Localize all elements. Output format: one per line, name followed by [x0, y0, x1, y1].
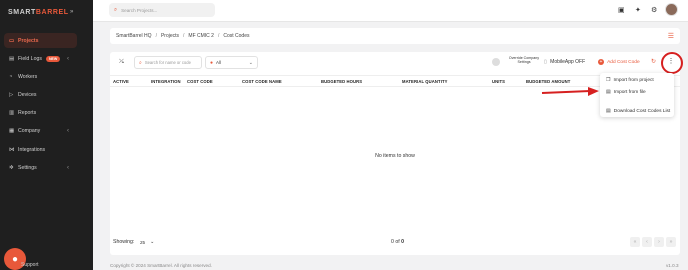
- sidebar-item-projects[interactable]: ▭ Projects: [4, 33, 77, 48]
- sidebar-item-workers[interactable]: ◔ Workers: [4, 69, 77, 84]
- gear-icon[interactable]: ⚙: [651, 6, 657, 14]
- chevron-down-icon: ⌄: [248, 59, 253, 66]
- menu-item-label: Download Cost Codes List: [613, 108, 671, 114]
- mobile-app-toggle[interactable]: ▯ MobileApp OFF: [544, 59, 585, 65]
- theme-toggle-icon[interactable]: ✦: [635, 6, 641, 14]
- mobile-app-label: MobileApp OFF: [550, 59, 586, 65]
- clipboard-icon: ▤: [9, 55, 15, 62]
- column-header[interactable]: ACTIVE: [113, 79, 129, 84]
- breadcrumb-item[interactable]: MF CMIC 2: [188, 33, 214, 39]
- table-footer: Showing: 25 ⌄ 0 of 0 « ‹ › »: [110, 236, 680, 250]
- user-icon: ◔: [9, 73, 13, 80]
- plus-icon: +: [598, 59, 604, 65]
- cost-code-search-input[interactable]: ⌕ Search for name or code: [134, 56, 202, 69]
- mobile-icon: ▯: [544, 59, 547, 65]
- more-options-menu: ❐ Import from project ▤ Import from file…: [600, 73, 674, 117]
- chevrons-right-icon[interactable]: »: [70, 9, 73, 15]
- page-size-select[interactable]: 25 ⌄: [140, 237, 160, 247]
- sidebar: SMARTBARREL » ▭ Projects ▤ Field Logs NE…: [0, 0, 93, 270]
- menu-icon[interactable]: ☰: [668, 32, 674, 40]
- menu-item-label: Import from project: [613, 77, 654, 83]
- sidebar-item-integrations[interactable]: ⋈ Integrations: [4, 142, 77, 157]
- sidebar-item-reports[interactable]: ▥ Reports: [4, 105, 77, 120]
- menu-item-download-cost-codes[interactable]: ▤ Download Cost Codes List: [606, 108, 670, 114]
- override-label: Override Company Settings: [508, 56, 540, 65]
- project-search-input[interactable]: ⌕ Search Projects...: [109, 3, 215, 17]
- first-page-icon[interactable]: «: [630, 237, 640, 247]
- next-page-icon[interactable]: ›: [654, 237, 664, 247]
- column-header[interactable]: BUDGETED AMOUNT: [526, 79, 570, 84]
- sidebar-item-label: Workers: [18, 73, 38, 80]
- sidebar-item-label: Projects: [18, 37, 39, 44]
- pagination: « ‹ › »: [630, 237, 676, 247]
- column-header[interactable]: COST CODE NAME: [242, 79, 282, 84]
- new-badge: NEW: [45, 55, 61, 62]
- breadcrumb: SmartBarrel HQ / Projects / MF CMIC 2 / …: [110, 28, 680, 44]
- column-header[interactable]: UNITS: [492, 79, 505, 84]
- annotation-circle: [661, 52, 683, 74]
- chevron-left-icon: ‹: [67, 127, 69, 134]
- refresh-icon[interactable]: ↻: [651, 58, 656, 65]
- filter-value: All: [216, 60, 221, 65]
- avatar[interactable]: [665, 3, 678, 16]
- chevron-left-icon: ‹: [67, 164, 69, 171]
- search-placeholder: Search for name or code: [144, 60, 191, 65]
- search-icon: ⌕: [114, 6, 118, 13]
- add-cost-code-button[interactable]: + Add Cost Code: [598, 59, 640, 65]
- breadcrumb-item-current: Cost Codes: [223, 33, 250, 39]
- chart-icon: ▥: [9, 109, 15, 116]
- search-placeholder: Search Projects...: [121, 7, 158, 13]
- page-size-value: 25: [140, 239, 146, 245]
- sidebar-item-label: Field Logs: [18, 55, 42, 62]
- version-text: v1.0.3: [666, 263, 679, 268]
- chevron-left-icon: ‹: [67, 55, 69, 62]
- sidebar-item-field-logs[interactable]: ▤ Field Logs NEW ‹: [4, 51, 77, 66]
- copyright-text: Copyright © 2024 SmartBarrel. All rights…: [110, 263, 212, 268]
- file-icon: ▤: [606, 89, 611, 95]
- menu-item-label: Import from file: [613, 89, 646, 95]
- top-bar: ⌕ Search Projects... ▣ ✦ ⚙: [93, 0, 688, 22]
- sidebar-item-devices[interactable]: ▷ Devices: [4, 87, 77, 102]
- sidebar-item-label: Integrations: [18, 146, 46, 153]
- cost-codes-panel: ⤯ ⌕ Search for name or code ● All ⌄ Over…: [110, 52, 680, 255]
- column-header[interactable]: MATERIAL QUANTITY: [402, 79, 448, 84]
- menu-item-import-from-project[interactable]: ❐ Import from project: [606, 77, 654, 83]
- prev-page-icon[interactable]: ‹: [642, 237, 652, 247]
- device-icon: ▷: [9, 91, 14, 98]
- status-filter-select[interactable]: ● All ⌄: [205, 56, 258, 69]
- add-cost-code-label: Add Cost Code: [607, 60, 640, 65]
- gear-icon: ✲: [9, 164, 14, 171]
- file-icon: ▤: [606, 108, 611, 114]
- copy-icon: ❐: [606, 77, 611, 83]
- chevron-down-icon: ⌄: [150, 239, 155, 245]
- search-icon: ⌕: [139, 59, 142, 66]
- sidebar-item-company[interactable]: ▦ Company ‹: [4, 123, 77, 138]
- column-header[interactable]: BUDGETED HOURS: [321, 79, 362, 84]
- breadcrumb-item[interactable]: Projects: [161, 33, 179, 39]
- last-page-icon[interactable]: »: [666, 237, 676, 247]
- chat-icon: ●: [11, 253, 19, 265]
- sidebar-item-label: Company: [18, 127, 41, 134]
- column-header[interactable]: INTEGRATION: [151, 79, 181, 84]
- sidebar-item-label: Settings: [18, 164, 37, 171]
- sidebar-item-settings[interactable]: ✲ Settings ‹: [4, 160, 77, 175]
- showing-label: Showing:: [113, 239, 135, 245]
- brand-logo[interactable]: SMARTBARREL: [8, 9, 69, 16]
- link-icon: ⋈: [9, 146, 15, 153]
- sidebar-item-label: Devices: [18, 91, 37, 98]
- breadcrumb-item[interactable]: SmartBarrel HQ: [116, 33, 152, 39]
- sidebar-item-label: Reports: [18, 109, 37, 116]
- menu-item-import-from-file[interactable]: ▤ Import from file: [606, 89, 646, 95]
- support-link[interactable]: Support: [21, 262, 39, 268]
- record-count: 0 of 0: [391, 239, 404, 245]
- column-header[interactable]: COST CODE: [187, 79, 213, 84]
- override-toggle[interactable]: [492, 58, 500, 66]
- folder-icon: ▭: [9, 37, 15, 44]
- empty-state-text: No items to show: [375, 153, 415, 159]
- status-dot-icon: ●: [210, 59, 214, 66]
- filter-off-icon[interactable]: ⤯: [119, 59, 124, 66]
- inbox-icon[interactable]: ▣: [618, 6, 625, 14]
- building-icon: ▦: [9, 127, 15, 134]
- annotation-arrow: [541, 87, 599, 96]
